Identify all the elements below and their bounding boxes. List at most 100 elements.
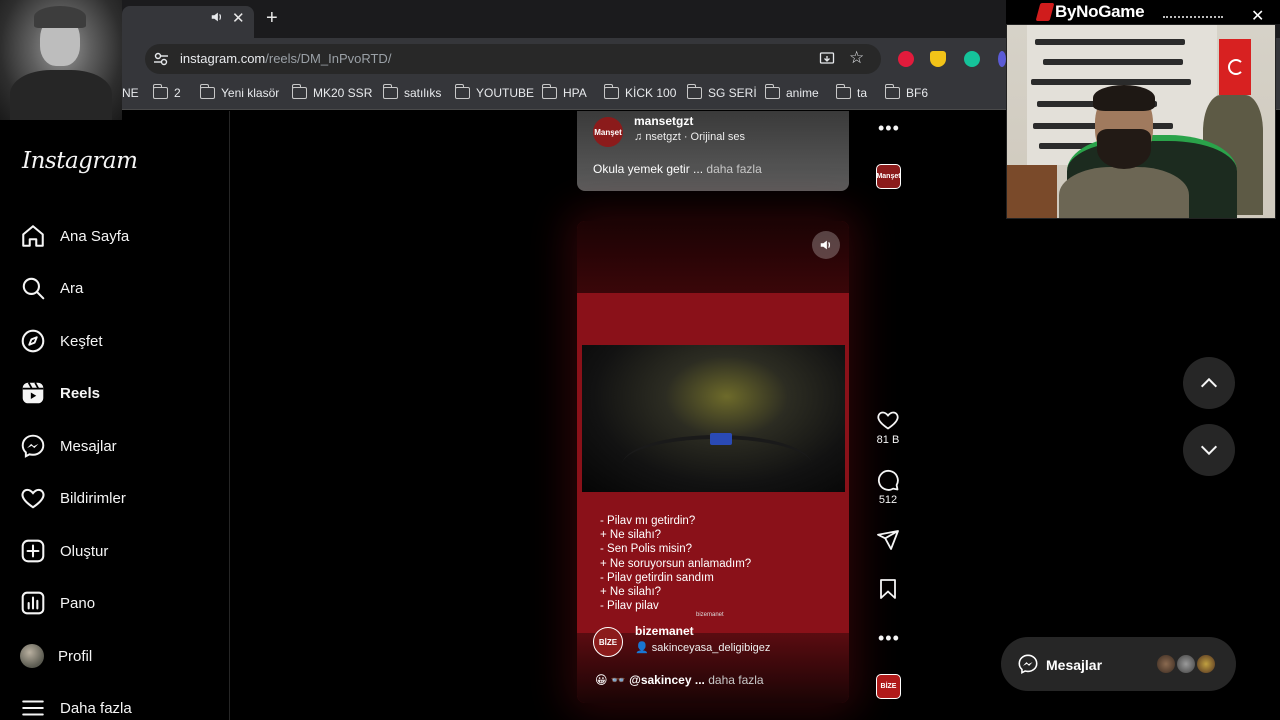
mute-button[interactable] xyxy=(812,231,840,259)
sidebar-item-pano[interactable]: Pano xyxy=(20,588,95,618)
extension-red-icon[interactable] xyxy=(898,51,914,67)
bookmark-label: NE xyxy=(122,86,139,100)
bookmark-item[interactable]: KİCK 100 xyxy=(603,84,676,100)
sidebar-item-label: Profil xyxy=(58,647,93,665)
url-path: /reels/DM_InPvoRTD/ xyxy=(265,51,392,66)
previous-reel-username[interactable]: mansetgzt xyxy=(634,114,693,128)
extension-purple-icon[interactable] xyxy=(998,51,1006,67)
address-url[interactable]: instagram.com/reels/DM_InPvoRTD/ xyxy=(180,51,391,66)
previous-reel-options-icon[interactable]: ••• xyxy=(878,118,900,139)
bookmark-star-icon[interactable]: ☆ xyxy=(849,48,864,68)
reel-more-link[interactable]: daha fazla xyxy=(708,673,763,687)
reel-caption-text: @sakincey ... xyxy=(629,673,705,687)
bookmark-item[interactable]: BF6 xyxy=(884,84,928,100)
wall-rifle xyxy=(1035,39,1185,45)
reel-author-avatar[interactable]: BİZE xyxy=(593,627,623,657)
previous-reel-button[interactable] xyxy=(1183,357,1235,409)
folder-icon xyxy=(291,84,307,99)
flag xyxy=(1219,39,1251,95)
bookmark-item[interactable]: 2 xyxy=(152,84,181,100)
folder-icon xyxy=(541,84,557,99)
heart-icon[interactable] xyxy=(876,408,900,432)
previous-reel-audio-text: nsetgzt · Orijinal ses xyxy=(645,131,745,143)
sidebar-item-profil[interactable]: Profil xyxy=(20,641,92,671)
search-icon xyxy=(22,277,45,300)
previous-reel-more-link[interactable]: daha fazla xyxy=(706,162,761,176)
comment-count: 512 xyxy=(878,494,898,506)
sidebar-item-bildirimler[interactable]: Bildirimler xyxy=(20,483,126,513)
previous-reel-audio-thumb[interactable]: Manşet xyxy=(876,164,901,189)
bookmark-label: 2 xyxy=(174,86,181,100)
reel-author-username[interactable]: bizemanet xyxy=(635,624,694,638)
url-host: instagram.com xyxy=(180,51,266,66)
bookmark-item[interactable]: ta xyxy=(835,84,868,100)
bookmark-label: SG SERİ xyxy=(708,86,757,100)
sidebar-item-ara[interactable]: Ara xyxy=(20,273,83,303)
bookmark-item[interactable]: HPA xyxy=(541,84,587,100)
messages-pill-label[interactable]: Mesajlar xyxy=(1046,657,1102,673)
bookmark-item[interactable]: satılıks xyxy=(382,84,441,100)
dialog-line: - Pilav mı getirdin? xyxy=(600,515,696,527)
dashboard-display xyxy=(710,433,732,445)
comment-icon[interactable] xyxy=(876,468,900,492)
reel-caption: 😀 👓 @sakincey ... daha fazla xyxy=(595,673,764,687)
save-action[interactable] xyxy=(875,577,901,601)
bookmark-item[interactable]: MK20 SSR xyxy=(291,84,372,100)
stream-brand: ByNoGame xyxy=(1035,2,1145,22)
sidebar-item-label: Bildirimler xyxy=(60,489,126,507)
reel-tagged-user-text: sakinceyasa_deligibigez xyxy=(651,642,771,654)
bookmark-item[interactable]: YOUTUBE xyxy=(454,84,534,100)
sidebar-item-label: Mesajlar xyxy=(60,437,117,455)
dialog-line: + Ne soruyorsun anlamadım? xyxy=(600,557,752,570)
previous-reel-avatar[interactable]: Manşet xyxy=(593,117,623,147)
sidebar-item-daha-fazla[interactable]: Daha fazla xyxy=(20,693,132,720)
dialog-line: + Ne silahı? xyxy=(600,586,662,598)
bookmark-icon[interactable] xyxy=(876,577,900,601)
sidebar-item-label: Reels xyxy=(60,384,101,402)
bookmark-item[interactable]: SG SERİ xyxy=(686,84,757,100)
sidebar-item-oluştur[interactable]: Oluştur xyxy=(20,536,108,566)
send-icon[interactable] xyxy=(876,528,900,552)
reels-icon xyxy=(22,382,44,404)
like-count: 81 B xyxy=(876,434,900,446)
new-tab-button[interactable]: + xyxy=(266,7,278,30)
tab-close-icon[interactable]: ✕ xyxy=(232,9,245,27)
sidebar-item-reels[interactable]: Reels xyxy=(20,378,100,408)
instagram-logo[interactable]: Instagram xyxy=(22,148,138,174)
folder-icon xyxy=(884,84,900,99)
install-app-icon[interactable] xyxy=(819,51,835,67)
bookmark-item[interactable]: NE xyxy=(122,86,139,100)
bookmark-item[interactable]: Yeni klasör xyxy=(199,84,279,100)
bookmark-item[interactable]: anime xyxy=(764,84,819,100)
brand-logo-icon xyxy=(1035,3,1055,21)
sidebar-item-label: Ara xyxy=(60,279,84,297)
sidebar-item-ana-sayfa[interactable]: Ana Sayfa xyxy=(20,221,129,251)
comment-action[interactable]: 512 xyxy=(875,468,901,506)
messenger-icon[interactable] xyxy=(1017,653,1039,675)
bookmark-label: ta xyxy=(857,86,868,100)
sidebar-item-label: Oluştur xyxy=(60,542,109,560)
share-action[interactable] xyxy=(875,528,901,552)
bookmark-label: anime xyxy=(786,86,819,100)
reel-video-frame xyxy=(582,345,845,492)
extension-grammarly-icon[interactable] xyxy=(964,51,980,67)
reel-audio-thumb[interactable]: BİZE xyxy=(876,674,901,699)
next-reel-button[interactable] xyxy=(1183,424,1235,476)
folder-icon xyxy=(603,84,619,99)
folder-icon xyxy=(764,84,780,99)
tab-audio-icon[interactable] xyxy=(210,10,224,24)
avatar xyxy=(20,644,44,668)
reel-options-icon[interactable]: ••• xyxy=(878,628,900,649)
like-action[interactable]: 81 B xyxy=(875,408,901,446)
redacted-text xyxy=(1163,6,1223,18)
site-settings-icon[interactable] xyxy=(153,51,169,67)
previous-reel-audio[interactable]: ♫ nsetgzt · Orijinal ses xyxy=(634,131,745,143)
portrait-overlay xyxy=(0,0,122,120)
close-icon[interactable]: ✕ xyxy=(1251,6,1264,26)
sidebar-item-label: Keşfet xyxy=(60,332,103,350)
extension-shield-icon[interactable] xyxy=(930,51,946,67)
sidebar-item-mesajlar[interactable]: Mesajlar xyxy=(20,431,117,461)
folder-icon xyxy=(382,84,398,99)
sidebar-item-keşfet[interactable]: Keşfet xyxy=(20,326,103,356)
reel-tagged-user[interactable]: 👤 sakinceyasa_deligibigez xyxy=(635,641,770,654)
